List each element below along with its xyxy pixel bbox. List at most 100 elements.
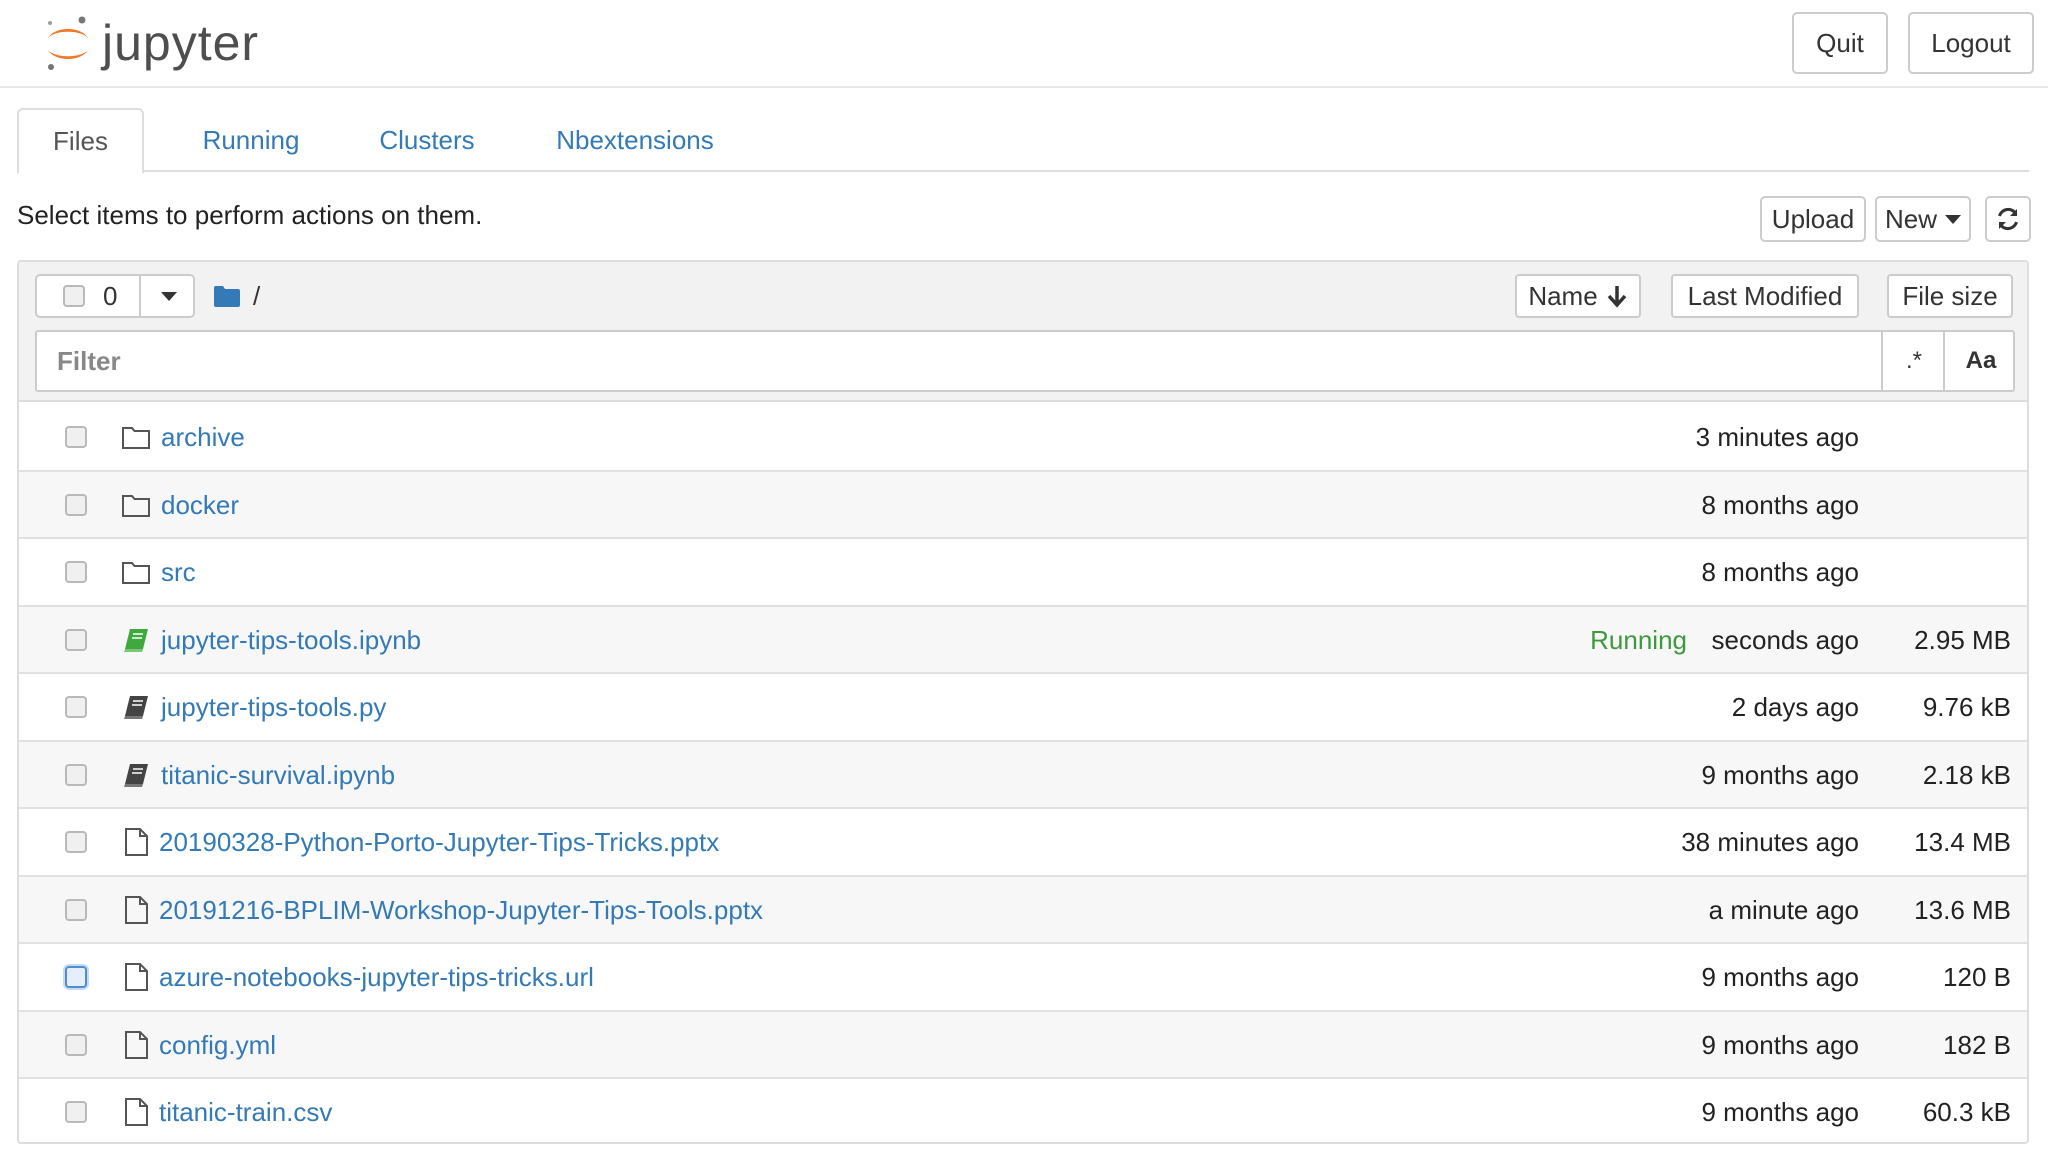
file-row[interactable]: archive 3 minutes ago bbox=[19, 404, 2027, 472]
file-row[interactable]: titanic-train.csv 9 months ago 60.3 kB bbox=[19, 1079, 2027, 1142]
row-checkbox[interactable] bbox=[65, 561, 87, 583]
tab-nbextensions[interactable]: Nbextensions bbox=[527, 108, 743, 172]
tab-files[interactable]: Files bbox=[17, 108, 144, 174]
file-row[interactable]: azure-notebooks-jupyter-tips-tricks.url 9… bbox=[19, 944, 2027, 1012]
folder-icon bbox=[121, 557, 151, 587]
caret-down-icon bbox=[1945, 214, 1961, 224]
quit-button[interactable]: Quit bbox=[1792, 12, 1888, 74]
row-checkbox[interactable] bbox=[65, 898, 87, 921]
file-name-link[interactable]: titanic-train.csv bbox=[159, 1097, 332, 1128]
file-row[interactable]: 20190328-Python-Porto-Jupyter-Tips-Trick… bbox=[19, 809, 2027, 877]
file-name-link[interactable]: titanic-survival.ipynb bbox=[161, 760, 395, 791]
select-all-group: 0 bbox=[35, 274, 195, 318]
tab-bar: Files Running Clusters Nbextensions bbox=[17, 108, 2029, 174]
sort-by-size-button[interactable]: File size bbox=[1887, 274, 2013, 318]
file-list: archive 3 minutes ago docker 8 months ago sr… bbox=[19, 404, 2027, 1142]
file-size: 182 B bbox=[1943, 1029, 2011, 1060]
last-modified: 3 minutes ago bbox=[1695, 422, 1859, 452]
file-size: 2.18 kB bbox=[1922, 759, 2011, 790]
notebook-running-icon bbox=[121, 625, 151, 655]
file-size: 120 B bbox=[1943, 962, 2011, 992]
file-name-link[interactable]: archive bbox=[161, 422, 245, 453]
last-modified: 38 minutes ago bbox=[1681, 827, 1859, 857]
file-name-link[interactable]: docker bbox=[161, 490, 239, 521]
jupyter-logo-icon bbox=[48, 16, 88, 70]
file-list-panel: 0 / Name Last Modified File size .* Aa a… bbox=[17, 260, 2029, 1144]
file-row[interactable]: config.yml 9 months ago 182 B bbox=[19, 1011, 2027, 1079]
sort-name-label: Name bbox=[1528, 280, 1598, 311]
sort-by-name-button[interactable]: Name bbox=[1515, 274, 1641, 318]
row-checkbox[interactable] bbox=[65, 696, 87, 718]
folder-icon bbox=[121, 490, 151, 520]
select-dropdown-button[interactable] bbox=[143, 276, 195, 316]
last-modified: 9 months ago bbox=[1701, 1029, 1859, 1060]
last-modified: 8 months ago bbox=[1701, 557, 1859, 587]
file-name-link[interactable]: src bbox=[161, 557, 196, 588]
notebook-icon bbox=[121, 760, 151, 790]
regex-toggle-button[interactable]: .* bbox=[1885, 332, 1945, 390]
last-modified: 8 months ago bbox=[1701, 489, 1859, 520]
header: jupyter Quit Logout bbox=[0, 0, 2048, 88]
row-checkbox[interactable] bbox=[65, 493, 87, 516]
row-checkbox[interactable] bbox=[65, 426, 87, 448]
file-name-link[interactable]: jupyter-tips-tools.ipynb bbox=[161, 625, 421, 656]
file-icon bbox=[121, 962, 151, 992]
file-list-header: 0 / Name Last Modified File size .* Aa bbox=[19, 262, 2027, 402]
new-button-label: New bbox=[1884, 203, 1937, 234]
file-name-link[interactable]: jupyter-tips-tools.py bbox=[161, 692, 386, 723]
row-checkbox[interactable] bbox=[65, 966, 87, 988]
select-all-checkbox[interactable] bbox=[63, 285, 85, 307]
file-size: 60.3 kB bbox=[1922, 1097, 2011, 1127]
last-modified: 9 months ago bbox=[1701, 962, 1859, 992]
file-icon bbox=[121, 827, 151, 857]
row-checkbox[interactable] bbox=[65, 831, 87, 853]
filter-bar: .* Aa bbox=[35, 330, 2015, 392]
logout-button[interactable]: Logout bbox=[1908, 12, 2034, 74]
logo-text: jupyter bbox=[102, 15, 260, 71]
breadcrumb-root[interactable]: / bbox=[253, 281, 260, 312]
file-icon bbox=[121, 1097, 151, 1127]
file-size: 9.76 kB bbox=[1922, 692, 2011, 722]
jupyter-logo[interactable]: jupyter bbox=[42, 12, 259, 74]
file-name-link[interactable]: config.yml bbox=[159, 1030, 276, 1061]
tab-running[interactable]: Running bbox=[167, 108, 335, 172]
select-all-cell[interactable]: 0 bbox=[37, 276, 141, 316]
new-dropdown-button[interactable]: New bbox=[1875, 196, 1971, 242]
file-row[interactable]: titanic-survival.ipynb 9 months ago 2.18 k… bbox=[19, 741, 2027, 809]
file-size: 2.95 MB bbox=[1914, 624, 2011, 655]
case-sensitive-toggle-button[interactable]: Aa bbox=[1947, 332, 2015, 390]
tab-clusters[interactable]: Clusters bbox=[347, 108, 507, 172]
sort-by-modified-button[interactable]: Last Modified bbox=[1671, 274, 1859, 318]
file-row[interactable]: jupyter-tips-tools.ipynb Running seconds a… bbox=[19, 606, 2027, 674]
file-row[interactable]: src 8 months ago bbox=[19, 539, 2027, 607]
row-checkbox[interactable] bbox=[65, 1101, 87, 1123]
row-checkbox[interactable] bbox=[65, 763, 87, 786]
last-modified: seconds ago bbox=[1711, 624, 1859, 655]
upload-button[interactable]: Upload bbox=[1760, 196, 1866, 242]
file-name-link[interactable]: 20190328-Python-Porto-Jupyter-Tips-Trick… bbox=[159, 827, 719, 858]
file-size: 13.6 MB bbox=[1914, 894, 2011, 925]
file-icon bbox=[121, 1030, 151, 1060]
file-row[interactable]: docker 8 months ago bbox=[19, 471, 2027, 539]
last-modified: 9 months ago bbox=[1701, 759, 1859, 790]
file-row[interactable]: jupyter-tips-tools.py 2 days ago 9.76 kB bbox=[19, 674, 2027, 742]
row-checkbox[interactable] bbox=[65, 628, 87, 651]
file-row[interactable]: 20191216-BPLIM-Workshop-Jupyter-Tips-Too… bbox=[19, 876, 2027, 944]
folder-icon bbox=[121, 422, 151, 452]
arrow-down-icon bbox=[1607, 286, 1626, 308]
refresh-button[interactable] bbox=[1985, 196, 2031, 242]
file-size: 13.4 MB bbox=[1914, 827, 2011, 857]
selection-hint: Select items to perform actions on them. bbox=[17, 200, 483, 230]
last-modified: 9 months ago bbox=[1701, 1097, 1859, 1127]
file-name-link[interactable]: 20191216-BPLIM-Workshop-Jupyter-Tips-Too… bbox=[159, 895, 763, 926]
file-name-link[interactable]: azure-notebooks-jupyter-tips-tricks.url bbox=[159, 962, 594, 993]
caret-down-icon bbox=[161, 291, 177, 301]
last-modified: a minute ago bbox=[1708, 894, 1859, 925]
notebook-icon bbox=[121, 692, 151, 722]
row-checkbox[interactable] bbox=[65, 1033, 87, 1056]
file-icon bbox=[121, 895, 151, 925]
running-status: Running bbox=[1590, 624, 1687, 655]
folder-open-icon[interactable] bbox=[213, 284, 241, 308]
filter-input[interactable] bbox=[37, 332, 1883, 390]
selected-count: 0 bbox=[103, 280, 118, 311]
